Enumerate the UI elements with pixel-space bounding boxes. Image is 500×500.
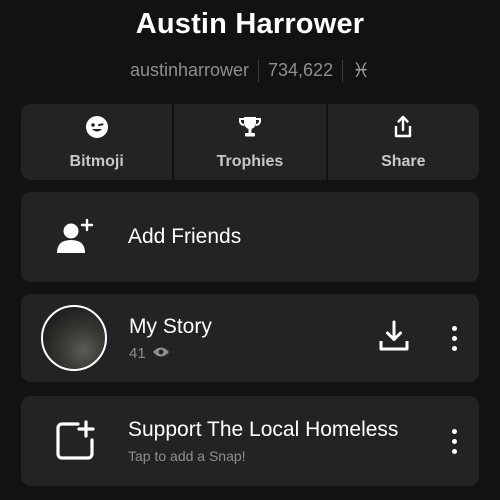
custom-story-title: Support The Local Homeless (128, 418, 399, 441)
username[interactable]: austinharrower (130, 60, 249, 81)
custom-story-hint: Tap to add a Snap! (128, 448, 246, 464)
divider (342, 59, 344, 82)
custom-story-row[interactable]: Support The Local Homeless Tap to add a … (21, 396, 479, 486)
my-story-row[interactable]: My Story 41 (21, 294, 479, 382)
share-label: Share (381, 152, 426, 170)
trophies-label: Trophies (216, 152, 284, 170)
profile-actions: Bitmoji Trophies Share (21, 104, 479, 180)
more-vertical-icon[interactable] (451, 325, 457, 351)
my-story-title: My Story (129, 314, 212, 338)
profile-subline: austinharrower 734,622 ♓ (0, 58, 500, 83)
add-snap-icon (21, 420, 128, 462)
share-button[interactable]: Share (327, 104, 479, 180)
trophy-icon (237, 114, 263, 145)
bitmoji-face-icon (84, 114, 110, 145)
profile-name: Austin Harrower (135, 8, 365, 40)
bitmoji-label: Bitmoji (69, 152, 124, 170)
download-icon[interactable] (377, 319, 411, 358)
view-count: 41 (129, 344, 146, 362)
add-friend-icon (21, 217, 128, 257)
add-friends-label: Add Friends (128, 225, 242, 248)
divider (258, 59, 260, 82)
add-friends-button[interactable]: Add Friends (21, 192, 479, 282)
more-vertical-icon[interactable] (451, 428, 457, 454)
trophies-button[interactable]: Trophies (174, 104, 326, 180)
share-icon (390, 114, 416, 145)
eye-icon (152, 345, 170, 362)
zodiac-icon[interactable]: ♓ (352, 58, 370, 83)
bitmoji-button[interactable]: Bitmoji (21, 104, 173, 180)
snap-score[interactable]: 734,622 (268, 60, 333, 81)
story-views: 41 (129, 345, 212, 362)
story-thumbnail[interactable] (41, 305, 107, 371)
